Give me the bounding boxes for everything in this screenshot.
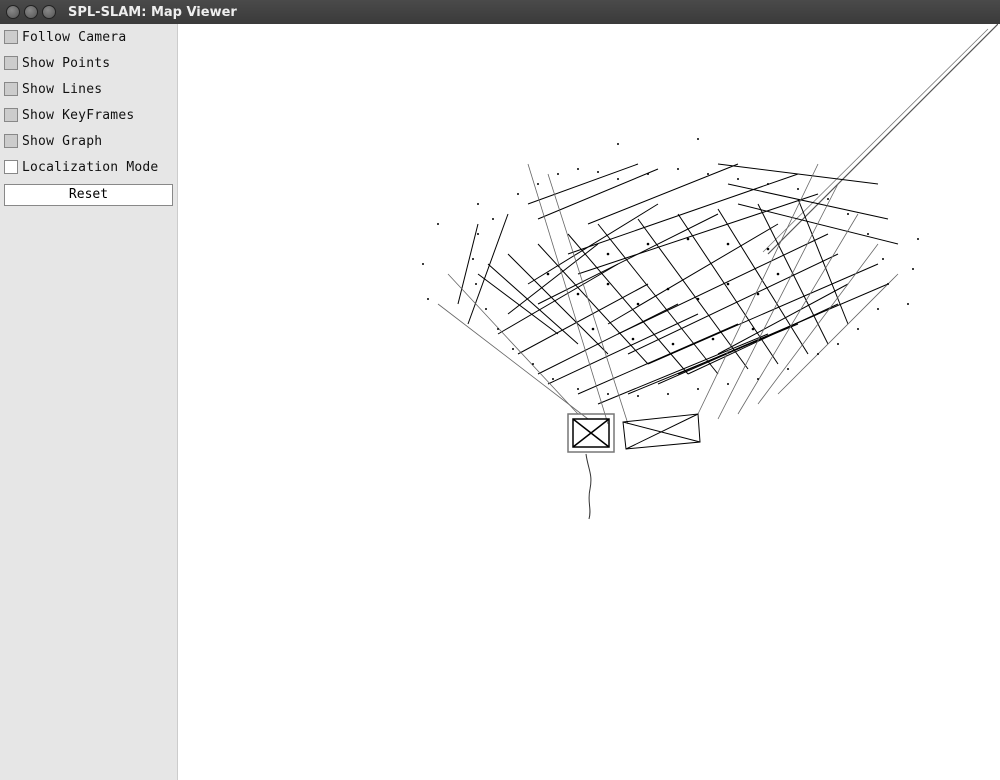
option-label: Localization Mode xyxy=(22,160,158,175)
checkbox-icon xyxy=(4,108,18,122)
option-label: Show Points xyxy=(22,56,110,71)
checkbox-icon xyxy=(4,160,18,174)
option-show-lines[interactable]: Show Lines xyxy=(4,78,173,100)
checkbox-icon xyxy=(4,134,18,148)
option-label: Show Graph xyxy=(22,134,102,149)
workspace: Follow Camera Show Points Show Lines Sho… xyxy=(0,24,1000,780)
option-follow-camera[interactable]: Follow Camera xyxy=(4,26,173,48)
option-show-keyframes[interactable]: Show KeyFrames xyxy=(4,104,173,126)
titlebar: SPL-SLAM: Map Viewer xyxy=(0,0,1000,24)
option-label: Show Lines xyxy=(22,82,102,97)
slam-map-render xyxy=(178,24,998,780)
option-label: Follow Camera xyxy=(22,30,126,45)
close-icon[interactable] xyxy=(6,5,20,19)
map-viewport[interactable] xyxy=(178,24,1000,780)
sidebar: Follow Camera Show Points Show Lines Sho… xyxy=(0,24,178,780)
reset-button[interactable]: Reset xyxy=(4,184,173,206)
option-label: Show KeyFrames xyxy=(22,108,134,123)
checkbox-icon xyxy=(4,82,18,96)
window-title: SPL-SLAM: Map Viewer xyxy=(68,5,237,20)
option-show-graph[interactable]: Show Graph xyxy=(4,130,173,152)
checkbox-icon xyxy=(4,30,18,44)
option-show-points[interactable]: Show Points xyxy=(4,52,173,74)
minimize-icon[interactable] xyxy=(24,5,38,19)
checkbox-icon xyxy=(4,56,18,70)
option-localization-mode[interactable]: Localization Mode xyxy=(4,156,173,178)
maximize-icon[interactable] xyxy=(42,5,56,19)
